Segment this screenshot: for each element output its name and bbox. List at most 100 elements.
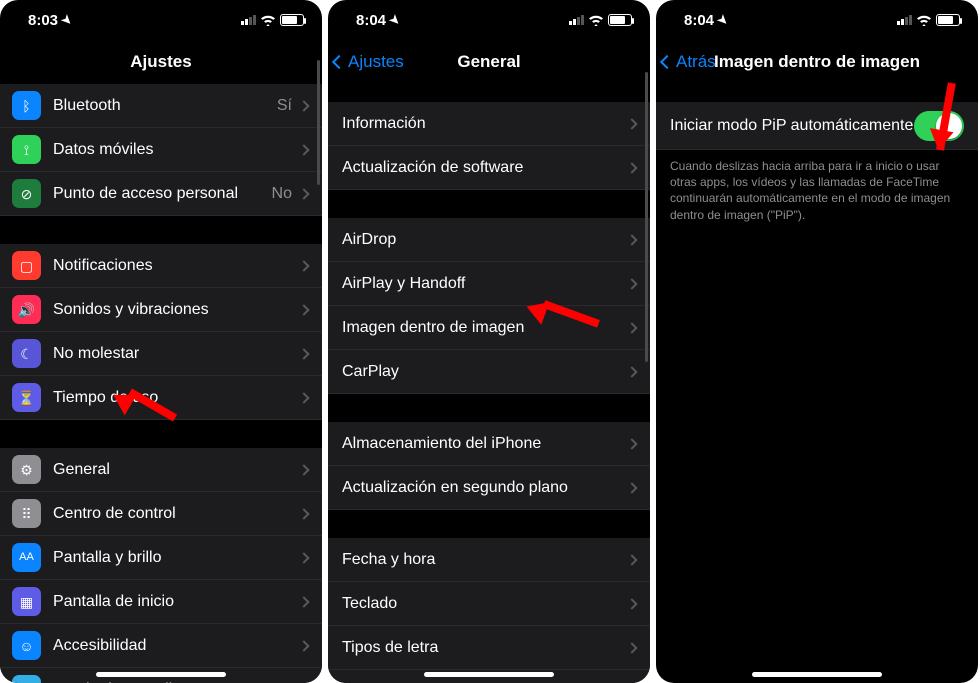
back-button[interactable]: Ajustes <box>334 40 404 84</box>
row-software-update[interactable]: Actualización de software <box>328 146 650 190</box>
toggle-knob <box>936 113 962 139</box>
back-label: Ajustes <box>348 52 404 72</box>
nav-bar: Ajustes <box>0 40 322 84</box>
row-keyboard[interactable]: Teclado <box>328 582 650 626</box>
row-label: Fecha y hora <box>342 551 628 569</box>
cellular-signal-icon <box>897 15 912 25</box>
row-carplay[interactable]: CarPlay <box>328 350 650 394</box>
page-title: Ajustes <box>130 52 191 72</box>
chevron-right-icon <box>298 100 309 111</box>
hotspot-icon: ⊘ <box>12 179 41 208</box>
row-mobile-data[interactable]: ⟟ Datos móviles <box>0 128 322 172</box>
row-notifications[interactable]: ▢ Notificaciones <box>0 244 322 288</box>
back-button[interactable]: Atrás <box>662 40 716 84</box>
row-dnd[interactable]: ☾ No molestar <box>0 332 322 376</box>
row-label: Almacenamiento del iPhone <box>342 435 628 453</box>
row-hotspot[interactable]: ⊘ Punto de acceso personal No <box>0 172 322 216</box>
row-label: Pantalla de inicio <box>53 593 300 611</box>
chevron-right-icon <box>298 348 309 359</box>
antenna-icon: ⟟ <box>12 135 41 164</box>
chevron-right-icon <box>298 260 309 271</box>
row-label: AirPlay y Handoff <box>342 275 628 293</box>
row-value: Sí <box>277 97 292 115</box>
toggle-pip-auto[interactable] <box>914 111 964 141</box>
row-label: Datos móviles <box>53 141 300 159</box>
scroll-indicator[interactable] <box>317 60 320 185</box>
sliders-icon: ⠿ <box>12 499 41 528</box>
row-label: No molestar <box>53 345 300 363</box>
settings-list: ᛒ Bluetooth Sí ⟟ Datos móviles ⊘ Punto d… <box>0 84 322 683</box>
chevron-right-icon <box>626 642 637 653</box>
wallpaper-icon: ✿ <box>12 675 41 683</box>
row-fonts[interactable]: Tipos de letra <box>328 626 650 670</box>
brightness-icon: AA <box>12 543 41 572</box>
status-bar: 8:04 ➤ <box>656 0 978 40</box>
home-indicator[interactable] <box>96 672 226 677</box>
scroll-indicator[interactable] <box>645 72 648 362</box>
chevron-right-icon <box>298 392 309 403</box>
row-airdrop[interactable]: AirDrop <box>328 218 650 262</box>
battery-icon <box>936 14 960 26</box>
row-label: Bluetooth <box>53 97 277 115</box>
chevron-right-icon <box>298 464 309 475</box>
row-airplay[interactable]: AirPlay y Handoff <box>328 262 650 306</box>
wifi-icon <box>916 14 932 26</box>
row-label: Actualización de software <box>342 159 628 177</box>
status-time: 8:03 <box>28 12 58 29</box>
row-screen-time[interactable]: ⏳ Tiempo de uso <box>0 376 322 420</box>
location-icon: ➤ <box>387 11 404 28</box>
row-pip[interactable]: Imagen dentro de imagen <box>328 306 650 350</box>
row-label: Iniciar modo PiP automáticamente <box>670 117 914 135</box>
chevron-right-icon <box>626 322 637 333</box>
home-indicator[interactable] <box>424 672 554 677</box>
chevron-right-icon <box>298 596 309 607</box>
row-home-screen[interactable]: ▦ Pantalla de inicio <box>0 580 322 624</box>
back-label: Atrás <box>676 52 716 72</box>
status-bar: 8:03 ➤ <box>0 0 322 40</box>
row-accessibility[interactable]: ☺ Accesibilidad <box>0 624 322 668</box>
chevron-right-icon <box>298 508 309 519</box>
chevron-right-icon <box>626 598 637 609</box>
cellular-signal-icon <box>569 15 584 25</box>
location-icon: ➤ <box>59 11 76 28</box>
row-storage[interactable]: Almacenamiento del iPhone <box>328 422 650 466</box>
chevron-right-icon <box>626 366 637 377</box>
row-sounds[interactable]: 🔊 Sonidos y vibraciones <box>0 288 322 332</box>
section-footer-text: Cuando deslizas hacia arriba para ir a i… <box>656 150 978 223</box>
phone-pip: 8:04 ➤ Atrás Imagen dentro de imagen Ini… <box>656 0 978 683</box>
row-label: Actualización en segundo plano <box>342 479 628 497</box>
row-label: Centro de control <box>53 505 300 523</box>
page-title: General <box>457 52 520 72</box>
home-indicator[interactable] <box>752 672 882 677</box>
row-label: Información <box>342 115 628 133</box>
row-label: Accesibilidad <box>53 637 300 655</box>
row-value: No <box>272 185 292 203</box>
nav-bar: Atrás Imagen dentro de imagen <box>656 40 978 84</box>
row-control-center[interactable]: ⠿ Centro de control <box>0 492 322 536</box>
battery-icon <box>280 14 304 26</box>
moon-icon: ☾ <box>12 339 41 368</box>
row-bluetooth[interactable]: ᛒ Bluetooth Sí <box>0 84 322 128</box>
row-display[interactable]: AA Pantalla y brillo <box>0 536 322 580</box>
row-background-refresh[interactable]: Actualización en segundo plano <box>328 466 650 510</box>
row-general[interactable]: ⚙ General <box>0 448 322 492</box>
hourglass-icon: ⏳ <box>12 383 41 412</box>
notifications-icon: ▢ <box>12 251 41 280</box>
chevron-right-icon <box>626 162 637 173</box>
pip-list: Iniciar modo PiP automáticamente Cuando … <box>656 84 978 223</box>
phone-general: 8:04 ➤ Ajustes General Información <box>328 0 650 683</box>
status-time: 8:04 <box>356 12 386 29</box>
chevron-right-icon <box>626 118 637 129</box>
chevron-right-icon <box>298 552 309 563</box>
chevron-right-icon <box>298 640 309 651</box>
wifi-icon <box>588 14 604 26</box>
chevron-right-icon <box>298 304 309 315</box>
cellular-signal-icon <box>241 15 256 25</box>
bluetooth-icon: ᛒ <box>12 91 41 120</box>
sounds-icon: 🔊 <box>12 295 41 324</box>
chevron-right-icon <box>298 144 309 155</box>
row-date-time[interactable]: Fecha y hora <box>328 538 650 582</box>
chevron-right-icon <box>626 234 637 245</box>
row-about[interactable]: Información <box>328 102 650 146</box>
gear-icon: ⚙ <box>12 455 41 484</box>
